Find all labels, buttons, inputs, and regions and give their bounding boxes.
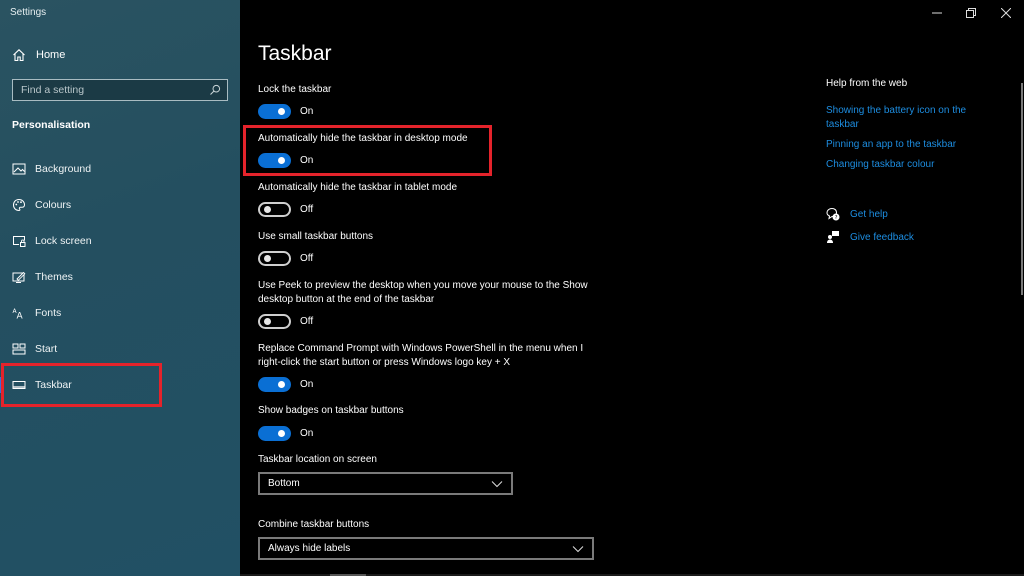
close-button[interactable] bbox=[983, 0, 1024, 26]
feedback-icon bbox=[827, 231, 839, 243]
toggle-state: Off bbox=[300, 252, 314, 264]
sidebar-item-themes[interactable]: Themes bbox=[0, 259, 240, 295]
sidebar-item-lock-screen[interactable]: Lock screen bbox=[0, 223, 240, 259]
start-icon bbox=[12, 343, 26, 355]
taskbar-icon bbox=[12, 381, 26, 389]
setting-label-auto-hide-desktop: Automatically hide the taskbar in deskto… bbox=[258, 133, 468, 144]
toggle-switch[interactable] bbox=[258, 313, 291, 329]
setting-label-small-buttons: Use small taskbar buttons bbox=[258, 231, 374, 242]
toggle-state: On bbox=[300, 427, 314, 439]
toggle-switch[interactable] bbox=[258, 425, 291, 441]
search-input[interactable] bbox=[21, 84, 209, 96]
help-link-pinning-app[interactable]: Pinning an app to the taskbar bbox=[826, 138, 986, 152]
picture-icon bbox=[12, 163, 26, 175]
toggle-switch[interactable] bbox=[258, 250, 291, 266]
section-title: Personalisation bbox=[12, 119, 91, 131]
sidebar-item-start[interactable]: Start bbox=[0, 331, 240, 367]
setting-label-badges: Show badges on taskbar buttons bbox=[258, 405, 404, 416]
toggle-switch[interactable] bbox=[258, 376, 291, 392]
dropdown-value: Always hide labels bbox=[268, 543, 351, 554]
sidebar-item-taskbar[interactable]: Taskbar bbox=[0, 367, 240, 403]
page-title: Taskbar bbox=[258, 42, 332, 65]
toggle-state: Off bbox=[300, 203, 314, 215]
search-box[interactable] bbox=[12, 79, 228, 101]
toggle-auto-hide-tablet[interactable]: Off bbox=[258, 201, 313, 217]
setting-label-auto-hide-tablet: Automatically hide the taskbar in tablet… bbox=[258, 182, 457, 193]
toggle-peek[interactable]: Off bbox=[258, 313, 313, 329]
toggle-state: On bbox=[300, 154, 314, 166]
sidebar-item-label: Colours bbox=[35, 199, 72, 211]
toggle-powershell[interactable]: On bbox=[258, 376, 313, 392]
sidebar-item-label: Background bbox=[35, 163, 92, 175]
give-feedback-label: Give feedback bbox=[850, 231, 914, 243]
sidebar-item-label: Themes bbox=[35, 271, 73, 283]
give-feedback-link[interactable]: Give feedback bbox=[826, 230, 914, 244]
search-icon[interactable] bbox=[209, 84, 221, 96]
svg-text:?: ? bbox=[835, 215, 838, 221]
minimize-icon bbox=[932, 12, 942, 14]
dropdown-value: Bottom bbox=[268, 478, 300, 489]
app-title: Settings bbox=[10, 7, 47, 18]
help-link-battery-icon[interactable]: Showing the battery icon on the taskbar bbox=[826, 104, 986, 131]
taskbar-location-dropdown[interactable]: Bottom bbox=[258, 472, 513, 495]
setting-label-lock-taskbar: Lock the taskbar bbox=[258, 84, 332, 95]
taskbar-location-label: Taskbar location on screen bbox=[258, 454, 377, 465]
toggle-state: On bbox=[300, 105, 314, 117]
sidebar-item-label: Lock screen bbox=[35, 235, 92, 247]
chevron-down-icon bbox=[491, 480, 503, 487]
toggle-switch[interactable] bbox=[258, 201, 291, 217]
get-help-icon: ? bbox=[826, 207, 840, 221]
sidebar-item-fonts[interactable]: A A Fonts bbox=[0, 295, 240, 331]
home-link[interactable]: Home bbox=[12, 45, 65, 65]
get-help-label: Get help bbox=[850, 208, 888, 220]
restore-icon bbox=[966, 8, 976, 18]
sidebar: Settings Home Personalisation Background… bbox=[0, 0, 240, 576]
palette-icon bbox=[12, 198, 26, 212]
toggle-small-buttons[interactable]: Off bbox=[258, 250, 313, 266]
toggle-switch[interactable] bbox=[258, 152, 291, 168]
setting-label-powershell: Replace Command Prompt with Windows Powe… bbox=[258, 343, 584, 368]
sidebar-item-colours[interactable]: Colours bbox=[0, 187, 240, 223]
toggle-switch[interactable] bbox=[258, 103, 291, 119]
sidebar-item-label: Taskbar bbox=[35, 379, 72, 391]
toggle-lock-taskbar[interactable]: On bbox=[258, 103, 313, 119]
home-label: Home bbox=[36, 49, 66, 61]
svg-text:A: A bbox=[17, 312, 24, 321]
toggle-state: Off bbox=[300, 315, 314, 327]
close-icon bbox=[1001, 8, 1011, 18]
lock-screen-icon bbox=[13, 236, 26, 247]
help-title: Help from the web bbox=[826, 78, 908, 89]
combine-buttons-dropdown[interactable]: Always hide labels bbox=[258, 537, 594, 560]
get-help-link[interactable]: ? Get help bbox=[826, 207, 888, 221]
sidebar-item-background[interactable]: Background bbox=[0, 151, 240, 187]
home-icon bbox=[13, 49, 25, 62]
toggle-auto-hide-desktop[interactable]: On bbox=[258, 152, 313, 168]
toggle-badges[interactable]: On bbox=[258, 425, 313, 441]
toggle-state: On bbox=[300, 378, 314, 390]
vertical-scrollbar[interactable] bbox=[1021, 83, 1023, 295]
chevron-down-icon bbox=[572, 545, 584, 552]
setting-label-peek: Use Peek to preview the desktop when you… bbox=[258, 280, 588, 305]
help-link-taskbar-colour[interactable]: Changing taskbar colour bbox=[826, 158, 986, 172]
sidebar-item-label: Fonts bbox=[35, 307, 62, 319]
combine-buttons-label: Combine taskbar buttons bbox=[258, 519, 370, 530]
themes-icon bbox=[12, 271, 26, 283]
sidebar-item-label: Start bbox=[35, 343, 58, 355]
fonts-icon: A A bbox=[13, 308, 24, 321]
